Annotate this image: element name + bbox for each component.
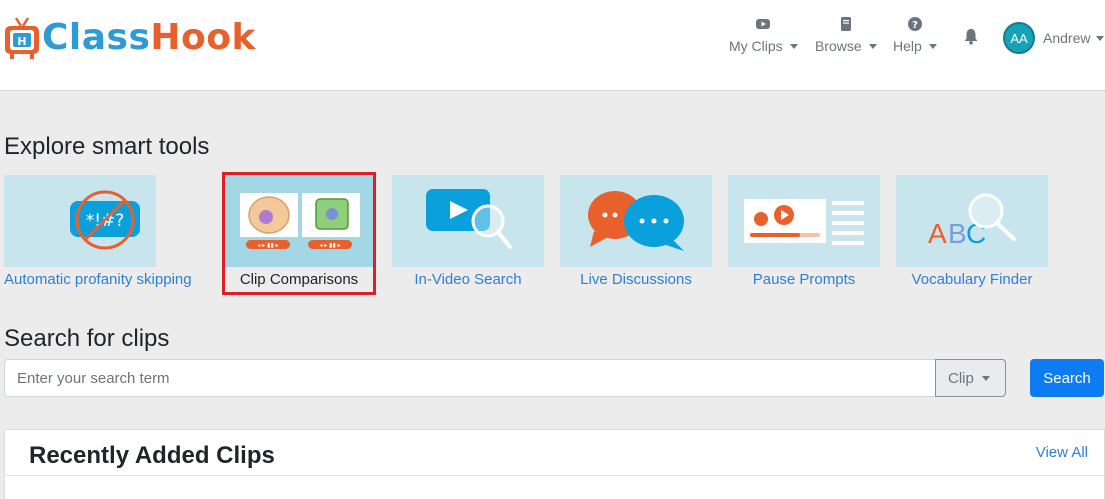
search-type-value: Clip: [948, 369, 974, 387]
youtube-icon: [756, 19, 771, 29]
pause-prompt-icon: [744, 199, 864, 245]
tool-label: Live Discussions: [580, 271, 692, 288]
tool-thumbnail: A B C: [896, 175, 1048, 267]
recent-clips-heading: Recently Added Clips: [29, 442, 275, 469]
tool-profanity-skipping[interactable]: *!#? Automatic profanity skipping: [4, 175, 192, 288]
nav-my-clips-label: My Clips: [729, 38, 798, 54]
tool-live-discussions[interactable]: Live Discussions: [560, 175, 712, 288]
tv-logo-icon: H: [5, 17, 39, 59]
chat-bubbles-icon: [588, 191, 684, 251]
search-type-select[interactable]: Clip: [935, 359, 1006, 397]
svg-text:?: ?: [912, 20, 918, 31]
tool-thumbnail: [728, 175, 880, 267]
logo-text-hook: Hook: [150, 17, 256, 58]
view-all-link[interactable]: View All: [1036, 444, 1088, 461]
tool-label: In-Video Search: [414, 271, 522, 288]
logo-text-class: Class: [42, 17, 151, 58]
smart-tools-heading: Explore smart tools: [4, 133, 210, 160]
highlight-outline: [222, 172, 376, 295]
question-circle-icon: ?: [907, 17, 922, 31]
search-input[interactable]: [4, 359, 936, 397]
video-search-icon: [426, 189, 512, 249]
svg-text:B: B: [948, 218, 967, 249]
tool-thumbnail: *!#?: [4, 175, 156, 267]
tool-vocabulary-finder[interactable]: A B C Vocabulary Finder: [896, 175, 1048, 288]
tool-thumbnail: [392, 175, 544, 267]
tool-pause-prompts[interactable]: Pause Prompts: [728, 175, 880, 288]
recent-clips-card: Recently Added Clips View All: [4, 429, 1105, 499]
nav-help-label: Help: [893, 38, 937, 54]
tool-label: Vocabulary Finder: [911, 271, 1033, 288]
nav-browse-label: Browse: [815, 38, 877, 54]
book-icon: [840, 17, 851, 31]
logo-wordmark: ClassHook: [42, 18, 256, 58]
search-heading: Search for clips: [4, 325, 170, 352]
classhook-logo[interactable]: H ClassHook: [4, 16, 256, 60]
tool-label: Pause Prompts: [752, 271, 856, 288]
nav-help[interactable]: ? Help: [893, 16, 937, 54]
nav-my-clips[interactable]: My Clips: [729, 16, 798, 54]
divider: [5, 475, 1104, 476]
tool-label: Automatic profanity skipping: [4, 271, 192, 288]
tool-in-video-search[interactable]: In-Video Search: [392, 175, 544, 288]
svg-text:A: A: [928, 218, 947, 249]
user-avatar[interactable]: AA: [1003, 22, 1035, 54]
search-button[interactable]: Search: [1030, 359, 1104, 397]
nav-browse[interactable]: Browse: [815, 16, 877, 54]
abc-search-icon: A B C: [928, 193, 1016, 249]
top-navbar: H ClassHook My Clips Browse ? Help AA An…: [0, 0, 1105, 91]
notification-bell-icon[interactable]: [962, 27, 980, 45]
profanity-bubble-icon: *!#?: [70, 190, 140, 250]
svg-text:H: H: [17, 35, 26, 48]
user-menu[interactable]: Andrew: [1043, 30, 1104, 46]
tool-thumbnail: [560, 175, 712, 267]
